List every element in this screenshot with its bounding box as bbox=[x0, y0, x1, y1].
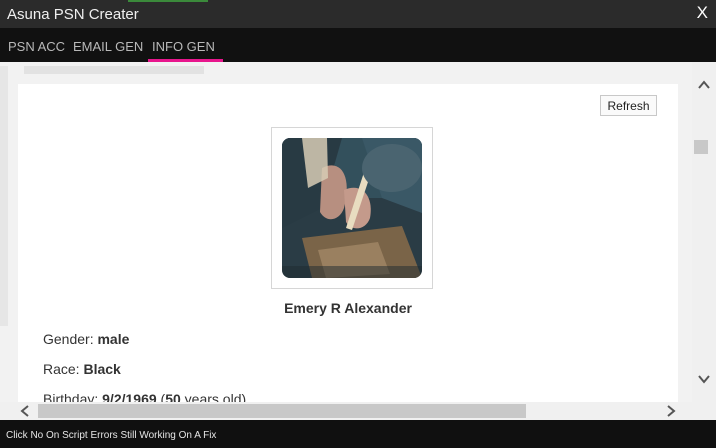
chevron-right-icon[interactable] bbox=[664, 404, 678, 418]
tab-info-gen[interactable]: INFO GEN bbox=[152, 39, 215, 54]
horizontal-scrollbar[interactable] bbox=[0, 402, 716, 420]
chevron-left-icon[interactable] bbox=[18, 404, 32, 418]
birthday-label: Birthday: bbox=[43, 391, 99, 402]
chevron-up-icon[interactable] bbox=[697, 78, 711, 92]
tab-email-gen[interactable]: EMAIL GEN bbox=[73, 39, 143, 54]
top-gutter bbox=[24, 66, 204, 74]
title-accent-strip bbox=[128, 0, 208, 2]
age-value: 50 bbox=[165, 391, 181, 402]
window-title: Asuna PSN Creater bbox=[7, 6, 139, 23]
status-bar: Click No On Script Errors Still Working … bbox=[0, 420, 716, 448]
title-bar: Asuna PSN Creater X bbox=[0, 0, 716, 28]
vertical-scrollbar[interactable] bbox=[692, 62, 716, 402]
person-photo bbox=[282, 138, 422, 278]
left-gutter bbox=[0, 66, 8, 326]
close-icon[interactable]: X bbox=[697, 3, 708, 23]
person-name: Emery R Alexander bbox=[284, 300, 412, 316]
info-card: Refresh Emery R Alexander Gender: male R… bbox=[18, 84, 678, 402]
person-photo-illustration bbox=[282, 138, 422, 278]
race-label: Race: bbox=[43, 361, 80, 377]
gender-value: male bbox=[97, 331, 130, 347]
birthday-line: Birthday: 9/2/1969 (50 years old) bbox=[43, 391, 246, 402]
photo-frame bbox=[271, 127, 433, 289]
race-line: Race: Black bbox=[43, 361, 121, 377]
race-value: Black bbox=[83, 361, 121, 377]
chevron-down-icon[interactable] bbox=[697, 372, 711, 386]
vertical-scroll-thumb[interactable] bbox=[694, 140, 708, 154]
gender-line: Gender: male bbox=[43, 331, 129, 347]
horizontal-scroll-thumb[interactable] bbox=[38, 404, 526, 418]
tab-bar: PSN ACC EMAIL GEN INFO GEN bbox=[0, 28, 716, 62]
age-suffix: years old bbox=[184, 391, 242, 402]
status-text: Click No On Script Errors Still Working … bbox=[6, 430, 217, 441]
refresh-button[interactable]: Refresh bbox=[600, 95, 657, 116]
birthday-date: 9/2/1969 bbox=[102, 391, 157, 402]
tab-psn-acc[interactable]: PSN ACC bbox=[8, 39, 65, 54]
gender-label: Gender: bbox=[43, 331, 94, 347]
content-frame: Refresh Emery R Alexander Gender: male R… bbox=[0, 62, 716, 420]
